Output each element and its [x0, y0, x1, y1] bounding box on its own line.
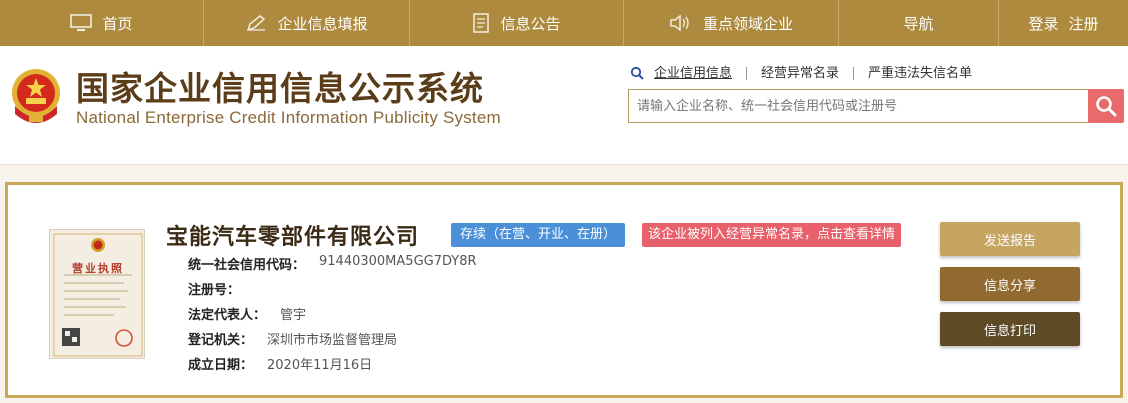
share-info-button[interactable]: 信息分享 — [940, 267, 1080, 301]
send-report-button[interactable]: 发送报告 — [940, 222, 1080, 256]
quicklink-blacklist[interactable]: 严重违法失信名单 — [854, 67, 986, 80]
nav-auth: 登录 注册 — [999, 0, 1128, 46]
status-badge: 存续（在营、开业、在册） — [451, 223, 626, 247]
abnormal-warning-badge[interactable]: 该企业被列入经营异常名录，点击查看详情 — [642, 223, 902, 247]
site-title: 国家企业信用信息公示系统 — [76, 69, 484, 108]
search-input[interactable] — [628, 89, 1090, 123]
field-registration-authority: 登记机关： 深圳市市场监督管理局 — [188, 329, 397, 348]
nav-enterprise-fill[interactable]: 企业信息填报 — [204, 0, 410, 46]
document-icon — [472, 13, 490, 33]
field-legal-representative: 法定代表人： 管宇 — [188, 304, 306, 323]
field-value: 深圳市市场监督管理局 — [267, 333, 398, 348]
pen-icon — [245, 14, 267, 32]
company-name: 宝能汽车零部件有限公司 — [166, 225, 420, 250]
field-label: 成立日期： — [188, 358, 254, 373]
nav-notice[interactable]: 信息公告 — [410, 0, 624, 46]
nav-notice-label: 信息公告 — [500, 14, 561, 33]
speaker-icon — [669, 14, 693, 32]
quicklink-abnormal-list[interactable]: 经营异常名录 — [747, 66, 855, 80]
field-credit-code: 统一社会信用代码： 91440300MA5GG7DY8R — [188, 254, 477, 273]
nav-home[interactable]: 首页 — [0, 0, 204, 46]
field-label: 法定代表人： — [188, 308, 267, 323]
nav-fill-label: 企业信息填报 — [277, 14, 368, 33]
nav-key-label: 重点领域企业 — [702, 14, 793, 33]
field-label: 登记机关： — [188, 333, 254, 348]
search-button[interactable] — [1088, 89, 1124, 123]
register-link[interactable]: 注册 — [1069, 13, 1099, 34]
field-label: 统一社会信用代码： — [188, 258, 306, 273]
search-small-icon — [630, 66, 644, 80]
monitor-icon — [70, 14, 93, 32]
business-license-image[interactable]: 营业执照 — [49, 229, 145, 359]
field-value: 2020年11月16日 — [267, 358, 373, 373]
field-registration-number: 注册号： — [188, 279, 254, 298]
nav-guide[interactable]: 导航 — [839, 0, 999, 46]
nav-guide-label: 导航 — [903, 14, 934, 33]
site-header: 国家企业信用信息公示系统 National Enterprise Credit … — [0, 46, 1128, 165]
top-nav: 首页 企业信息填报 信息公告 重点领域企业 导航 登录 注册 — [0, 0, 1128, 46]
site-subtitle: National Enterprise Credit Information P… — [76, 108, 501, 127]
company-card: 营业执照 宝能汽车零部件有限公司 存续（在营、开业、在册） 该企业被列入经营异常… — [5, 182, 1123, 398]
license-title: 营业执照 — [72, 262, 124, 275]
nav-key-enterprise[interactable]: 重点领域企业 — [624, 0, 839, 46]
field-value: 管宇 — [280, 308, 307, 323]
login-link[interactable]: 登录 — [1028, 13, 1058, 34]
quicklink-credit-info[interactable]: 企业信用信息 — [644, 66, 748, 80]
print-info-button[interactable]: 信息打印 — [940, 312, 1080, 346]
field-label: 注册号： — [188, 283, 241, 298]
national-emblem-icon — [7, 66, 65, 128]
field-value: 91440300MA5GG7DY8R — [319, 254, 477, 269]
search-icon — [1095, 95, 1117, 117]
quick-links: 企业信用信息 经营异常名录 严重违法失信名单 — [630, 66, 986, 80]
field-establishment-date: 成立日期： 2020年11月16日 — [188, 354, 372, 373]
nav-home-label: 首页 — [102, 14, 133, 33]
